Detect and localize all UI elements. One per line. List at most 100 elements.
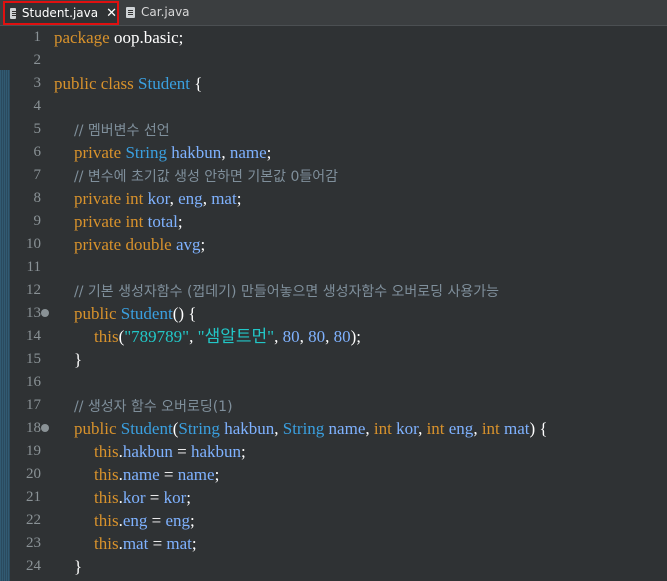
code-text: private int total; bbox=[74, 210, 183, 233]
line-number: 19 bbox=[26, 443, 41, 459]
code-text: package oop.basic; bbox=[54, 26, 183, 49]
code-token: private double bbox=[74, 235, 172, 254]
code-line[interactable]: 1 package oop.basic; bbox=[0, 26, 667, 49]
line-number: 2 bbox=[33, 52, 42, 68]
code-token: ; bbox=[214, 465, 220, 484]
code-token: ; bbox=[241, 442, 246, 461]
code-token: hakbun bbox=[171, 143, 222, 162]
code-token: hakbun bbox=[122, 442, 173, 461]
code-token: "789789" bbox=[124, 327, 190, 346]
code-token: kor bbox=[122, 488, 146, 507]
code-token: , bbox=[221, 143, 230, 162]
code-token: String bbox=[282, 419, 325, 438]
code-token: this bbox=[94, 327, 119, 346]
code-token: total bbox=[147, 212, 178, 231]
code-token: mat bbox=[166, 534, 192, 553]
code-token: = bbox=[172, 442, 191, 461]
code-token: ; bbox=[190, 511, 195, 530]
code-token: , bbox=[189, 327, 198, 346]
line-number: 3 bbox=[33, 75, 42, 91]
code-text: // 멤버변수 선언 bbox=[74, 118, 170, 143]
code-line[interactable]: 2 bbox=[0, 49, 667, 72]
code-line[interactable]: 4 bbox=[0, 95, 667, 118]
code-line[interactable]: 24} bbox=[0, 555, 667, 578]
code-text: // 변수에 초기값 생성 안하면 기본값 0들어감 bbox=[74, 164, 338, 189]
fold-toggle-icon[interactable] bbox=[41, 424, 49, 432]
code-token: , bbox=[418, 419, 427, 438]
code-text: private String hakbun, name; bbox=[74, 141, 271, 164]
code-token: ; bbox=[177, 212, 183, 231]
code-line[interactable]: 8 private int kor, eng, mat; bbox=[0, 187, 667, 210]
code-line[interactable]: 19 this.hakbun = hakbun; bbox=[0, 440, 667, 463]
code-token: public class bbox=[54, 74, 134, 93]
code-token: kor bbox=[396, 419, 419, 438]
line-number: 24 bbox=[26, 558, 41, 574]
code-line[interactable]: 14 this("789789", "샘알트먼", 80, 80, 80); bbox=[0, 325, 667, 348]
code-line[interactable]: 22 this.eng = eng; bbox=[0, 509, 667, 532]
code-token: { bbox=[190, 74, 203, 93]
code-token: eng bbox=[122, 511, 148, 530]
code-line[interactable]: 15} bbox=[0, 348, 667, 371]
code-line[interactable]: 6 private String hakbun, name; bbox=[0, 141, 667, 164]
code-line[interactable]: 16 bbox=[0, 371, 667, 394]
code-token: 80 bbox=[282, 327, 300, 346]
code-token: int bbox=[481, 419, 500, 438]
code-line[interactable]: 18 public Student(String hakbun, String n… bbox=[0, 417, 667, 440]
code-line[interactable]: 23 this.mat = mat; bbox=[0, 532, 667, 555]
code-token: eng bbox=[178, 189, 203, 208]
tab-student-java[interactable]: Student.java ✕ bbox=[3, 1, 119, 25]
code-text: // 기본 생성자함수 (껍데기) 만들어놓으면 생성자함수 오버로딩 사용가능 bbox=[74, 279, 499, 304]
code-token: "샘알트먼" bbox=[197, 327, 275, 346]
code-text: } bbox=[74, 348, 82, 371]
code-token: kor bbox=[147, 189, 170, 208]
line-number: 14 bbox=[26, 328, 41, 344]
code-line[interactable]: 3 public class Student { bbox=[0, 72, 667, 95]
code-token: , bbox=[299, 327, 309, 346]
code-token: , bbox=[274, 327, 283, 346]
code-token: hakbun bbox=[190, 442, 241, 461]
code-token: = bbox=[148, 534, 167, 553]
code-line[interactable]: 11 bbox=[0, 256, 667, 279]
code-token: oop.basic; bbox=[109, 28, 184, 47]
line-number: 6 bbox=[33, 144, 42, 160]
code-token: name bbox=[328, 419, 366, 438]
fold-toggle-icon[interactable] bbox=[41, 309, 49, 317]
code-token: ; bbox=[236, 189, 242, 208]
code-line[interactable]: 12 // 기본 생성자함수 (껍데기) 만들어놓으면 생성자함수 오버로딩 사용… bbox=[0, 279, 667, 302]
code-token: , bbox=[169, 189, 179, 208]
code-line[interactable]: 7 // 변수에 초기값 생성 안하면 기본값 0들어감 bbox=[0, 164, 667, 187]
code-token: private bbox=[74, 143, 122, 162]
java-file-icon bbox=[126, 6, 135, 18]
code-line[interactable]: 10 private double avg; bbox=[0, 233, 667, 256]
code-token: public bbox=[74, 304, 117, 323]
code-line[interactable]: 9 private int total; bbox=[0, 210, 667, 233]
code-token: String bbox=[178, 419, 220, 438]
code-token: mat bbox=[211, 189, 237, 208]
code-line[interactable]: 17 // 생성자 함수 오버로딩(1) bbox=[0, 394, 667, 417]
code-token: ; bbox=[200, 235, 206, 254]
code-line[interactable]: 13 public Student() { bbox=[0, 302, 667, 325]
code-line[interactable]: 5 // 멤버변수 선언 bbox=[0, 118, 667, 141]
code-token: eng bbox=[165, 511, 190, 530]
code-text: public class Student { bbox=[54, 72, 202, 95]
code-token: // 생성자 함수 오버로딩(1) bbox=[74, 399, 233, 415]
code-token: , bbox=[325, 327, 334, 346]
close-icon[interactable]: ✕ bbox=[106, 6, 117, 21]
code-token: avg bbox=[175, 235, 201, 254]
code-token: 80 bbox=[308, 327, 326, 346]
code-text: this.mat = mat; bbox=[94, 532, 197, 555]
code-line[interactable]: 20 this.name = name; bbox=[0, 463, 667, 486]
line-number: 5 bbox=[33, 121, 42, 137]
code-token: ) { bbox=[529, 419, 548, 438]
code-token: mat bbox=[122, 534, 149, 553]
code-token: kor bbox=[163, 488, 187, 507]
code-text: // 생성자 함수 오버로딩(1) bbox=[74, 394, 233, 419]
code-token: = bbox=[145, 488, 164, 507]
line-number: 8 bbox=[33, 190, 42, 206]
code-token: 80 bbox=[333, 327, 351, 346]
code-token: this bbox=[94, 511, 119, 530]
code-line[interactable]: 21 this.kor = kor; bbox=[0, 486, 667, 509]
tab-car-java[interactable]: Car.java bbox=[121, 2, 201, 22]
code-editor[interactable]: 1 package oop.basic; 2 3 public class Studen… bbox=[0, 26, 667, 581]
code-token: () { bbox=[172, 304, 197, 323]
